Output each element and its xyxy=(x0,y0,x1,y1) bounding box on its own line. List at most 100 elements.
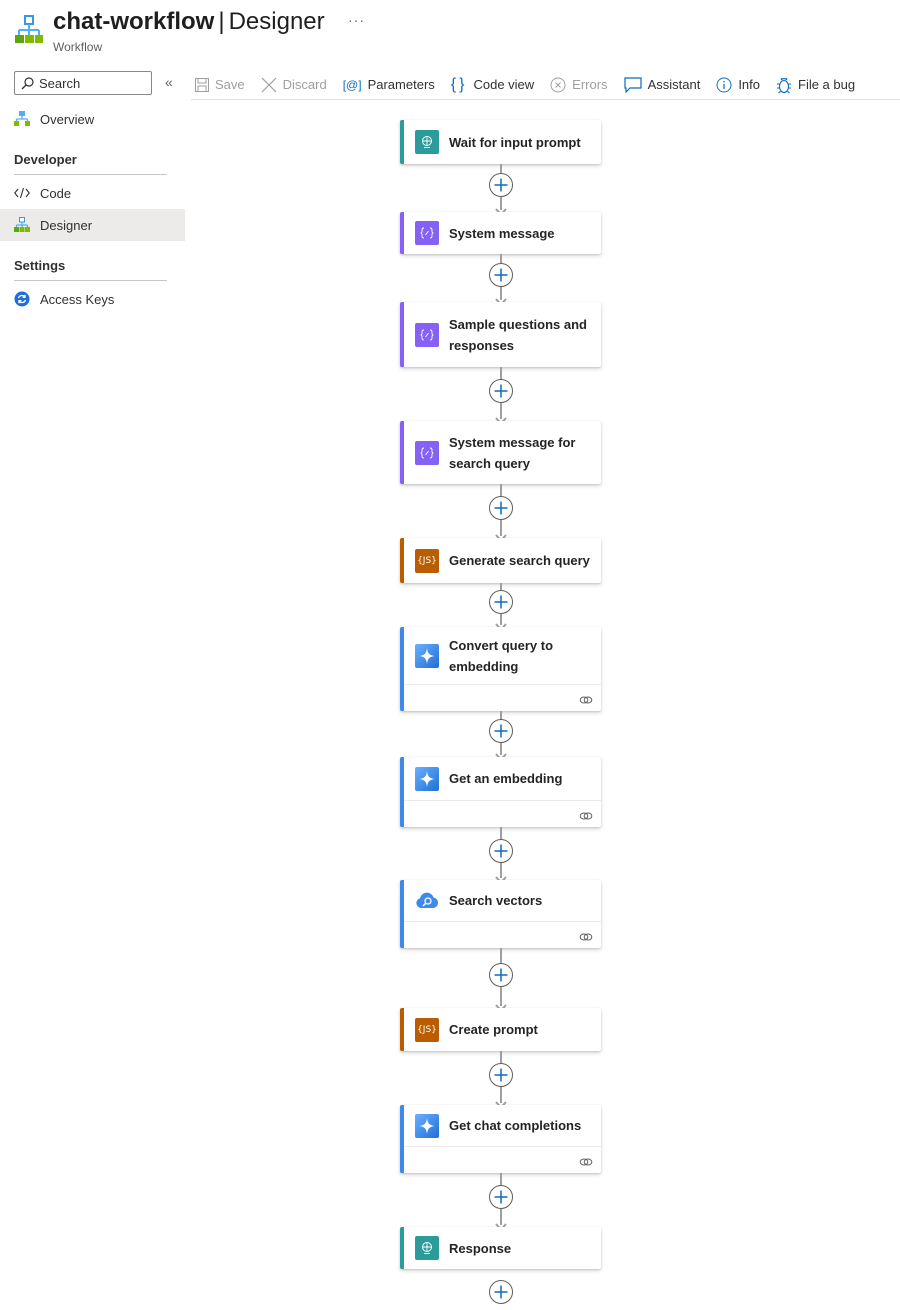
parameters-label: Parameters xyxy=(367,77,435,92)
add-step-button[interactable] xyxy=(489,1280,513,1304)
step-header: System message for search query xyxy=(404,421,601,484)
connection-link-icon[interactable] xyxy=(579,1154,593,1172)
step-title: System message for search query xyxy=(449,434,576,471)
workflow-step-generate-search-query[interactable]: {JS} Generate search query xyxy=(400,538,601,583)
plus-icon xyxy=(494,268,508,282)
step-header: System message xyxy=(404,212,601,254)
sidebar-item-overview[interactable]: Overview xyxy=(0,103,185,135)
step-footer xyxy=(404,800,601,826)
save-label: Save xyxy=(215,77,245,92)
workflow-step-response[interactable]: Response xyxy=(400,1227,601,1269)
add-step-button[interactable] xyxy=(489,839,513,863)
plus-icon xyxy=(494,501,508,515)
sidebar-item-label: Overview xyxy=(40,111,95,127)
step-footer xyxy=(404,1146,601,1172)
workflow-step-sample-questions-and-responses[interactable]: Sample questions and responses xyxy=(400,302,601,367)
workflow-step-get-an-embedding[interactable]: Get an embedding xyxy=(400,757,601,827)
step-header: Get chat completions xyxy=(404,1105,601,1146)
workflow-step-create-prompt[interactable]: {JS} Create prompt xyxy=(400,1008,601,1051)
variable-icon xyxy=(415,221,439,245)
workflow-step-wait-for-input-prompt[interactable]: Wait for input prompt xyxy=(400,120,601,164)
sidebar-item-code[interactable]: Code xyxy=(0,177,185,209)
errors-label: Errors xyxy=(572,77,608,92)
connection-link-icon[interactable] xyxy=(579,808,593,826)
connection-link-icon[interactable] xyxy=(579,929,593,947)
parameters-button[interactable]: [@] Parameters xyxy=(343,77,435,92)
add-step-button[interactable] xyxy=(489,590,513,614)
add-step-button[interactable] xyxy=(489,173,513,197)
workflow-step-system-message-for-search-query[interactable]: System message for search query xyxy=(400,421,601,484)
plus-icon xyxy=(494,1190,508,1204)
search-icon xyxy=(21,76,39,90)
arrow-down-icon xyxy=(495,203,507,216)
workflow-resource-icon xyxy=(14,15,44,45)
info-label: Info xyxy=(738,77,760,92)
javascript-icon: {JS} xyxy=(415,1017,439,1042)
azure-openai-icon xyxy=(415,1113,439,1138)
errors-button[interactable]: Errors xyxy=(550,77,608,93)
discard-button[interactable]: Discard xyxy=(261,77,327,93)
http-request-icon xyxy=(415,1236,439,1260)
azure-openai-icon xyxy=(415,643,439,668)
add-step-button[interactable] xyxy=(489,1063,513,1087)
step-header: Wait for input prompt xyxy=(404,120,601,164)
arrow-down-icon xyxy=(495,618,507,631)
connection-link-icon[interactable] xyxy=(579,692,593,710)
workflow-step-get-chat-completions[interactable]: Get chat completions xyxy=(400,1105,601,1173)
arrow-down-icon xyxy=(495,871,507,884)
more-options-button[interactable]: ··· xyxy=(348,12,365,28)
azure-openai-icon xyxy=(415,766,439,791)
designer-canvas[interactable]: Wait for input prompt System message Sampl… xyxy=(190,101,900,1310)
sidebar-item-designer[interactable]: Designer xyxy=(0,209,185,241)
search-placeholder: Search xyxy=(39,75,81,91)
add-step-button[interactable] xyxy=(489,1185,513,1209)
assistant-button[interactable]: Assistant xyxy=(623,76,701,93)
sidebar-item-access-keys[interactable]: Access Keys xyxy=(0,283,185,315)
resource-type: Workflow xyxy=(53,40,103,54)
add-step-button[interactable] xyxy=(489,263,513,287)
step-title: Get an embedding xyxy=(449,771,563,786)
workflow-step-convert-query-to-embedding[interactable]: Convert query to embedding xyxy=(400,627,601,711)
step-title: Create prompt xyxy=(449,1022,538,1037)
assistant-label: Assistant xyxy=(647,77,701,92)
http-request-icon xyxy=(415,130,439,154)
sidebar-search-input[interactable]: Search xyxy=(14,71,152,95)
add-step-button[interactable] xyxy=(489,379,513,403)
workflow-step-search-vectors[interactable]: Search vectors xyxy=(400,880,601,948)
variable-icon xyxy=(415,322,439,347)
parameters-icon: [@] xyxy=(342,77,362,92)
page-title: chat-workflow | Designer xyxy=(53,8,325,36)
resource-name: chat-workflow xyxy=(53,8,215,35)
add-step-button[interactable] xyxy=(489,963,513,987)
step-header: Search vectors xyxy=(404,880,601,921)
file-bug-label: File a bug xyxy=(798,77,856,92)
key-refresh-icon xyxy=(14,291,30,307)
step-title: Generate search query xyxy=(449,553,590,568)
step-header: {JS} Create prompt xyxy=(404,1008,601,1051)
plus-icon xyxy=(494,968,508,982)
step-header: {JS} Generate search query xyxy=(404,538,601,583)
file-bug-button[interactable]: File a bug xyxy=(776,76,855,94)
step-title: Wait for input prompt xyxy=(449,134,581,150)
step-title: Sample questions and responses xyxy=(449,316,587,353)
designer-toolbar: Save Discard [@] Parameters {} Code view… xyxy=(191,70,900,100)
plus-icon xyxy=(494,384,508,398)
workflow-icon xyxy=(14,111,30,127)
step-title: Search vectors xyxy=(449,893,543,908)
workflow-step-system-message[interactable]: System message xyxy=(400,212,601,254)
add-step-button[interactable] xyxy=(489,719,513,743)
bug-icon xyxy=(776,76,792,94)
arrow-down-icon xyxy=(495,1218,507,1231)
plus-icon xyxy=(494,178,508,192)
page-name: Designer xyxy=(228,8,325,35)
step-title: System message xyxy=(449,225,555,241)
save-button[interactable]: Save xyxy=(195,77,245,92)
add-step-button[interactable] xyxy=(489,496,513,520)
code-view-button[interactable]: {} Code view xyxy=(451,76,534,94)
arrow-down-icon xyxy=(495,412,507,425)
assistant-icon xyxy=(623,76,642,93)
errors-icon xyxy=(550,77,566,93)
sidebar-item-label: Code xyxy=(40,185,72,201)
collapse-sidebar-button[interactable]: « xyxy=(165,74,173,90)
info-button[interactable]: Info xyxy=(716,77,760,93)
